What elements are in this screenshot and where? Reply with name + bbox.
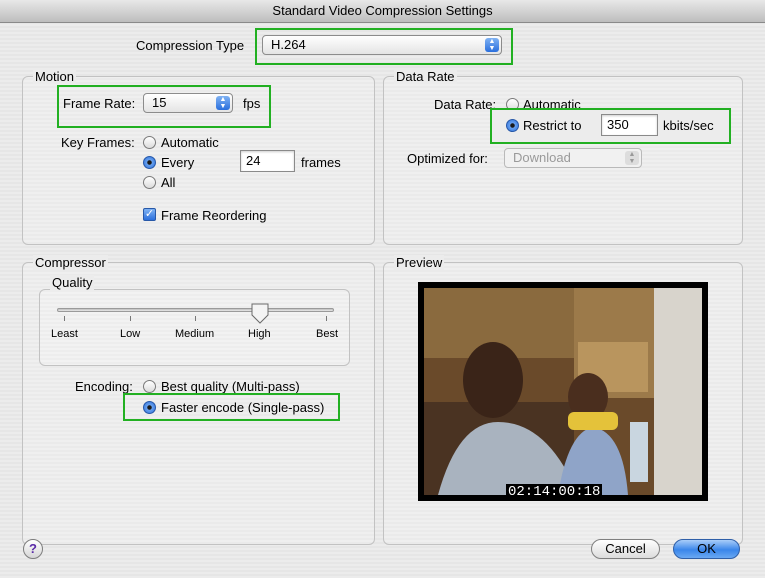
data-rate-automatic-radio[interactable] — [506, 98, 519, 111]
quality-slider-thumb[interactable] — [250, 303, 270, 325]
motion-title: Motion — [33, 69, 77, 84]
popup-stepper-icon: ▲ ▼ — [485, 38, 499, 52]
optimized-for-popup[interactable]: Download ▲ ▼ — [504, 148, 642, 168]
data-rate-restrict-unit: kbits/sec — [663, 118, 714, 133]
encoding-singlepass-label: Faster encode (Single-pass) — [161, 400, 325, 415]
key-frames-every-unit: frames — [301, 155, 341, 170]
key-frames-automatic-label: Automatic — [161, 135, 219, 150]
quality-level-low: Low — [120, 328, 141, 340]
encoding-multipass-label: Best quality (Multi-pass) — [161, 379, 300, 394]
cancel-button[interactable]: Cancel — [591, 539, 660, 559]
compression-type-popup[interactable]: H.264 ▲ ▼ — [262, 35, 502, 55]
key-frames-all-radio[interactable] — [143, 176, 156, 189]
encoding-multipass-radio[interactable] — [143, 380, 156, 393]
quality-level-high: High — [248, 328, 271, 340]
key-frames-every-radio[interactable] — [143, 156, 156, 169]
preview-image — [424, 288, 702, 495]
quality-title: Quality — [50, 275, 95, 290]
quality-level-least: Least — [51, 328, 78, 340]
quality-tick — [130, 316, 131, 321]
quality-level-medium: Medium — [175, 328, 215, 340]
dialog-body: Compression Type H.264 ▲ ▼ Motion Frame R… — [0, 23, 765, 578]
quality-slider-track[interactable] — [57, 308, 334, 312]
preview-title: Preview — [394, 255, 445, 270]
compression-type-label: Compression Type — [136, 38, 245, 53]
key-frames-all-label: All — [161, 175, 176, 190]
data-rate-label: Data Rate: — [434, 97, 497, 112]
frame-rate-unit: fps — [243, 96, 261, 111]
quality-tick — [326, 316, 327, 321]
frame-rate-value: 15 — [152, 95, 167, 110]
data-rate-restrict-input[interactable]: 350 — [601, 114, 658, 136]
optimized-for-value: Download — [513, 150, 571, 165]
popup-stepper-icon: ▲ ▼ — [216, 96, 230, 110]
popup-stepper-icon: ▲ ▼ — [625, 151, 639, 165]
frame-reordering-checkbox[interactable]: ✓ — [143, 208, 156, 221]
key-frames-label: Key Frames: — [61, 135, 135, 150]
key-frames-automatic-radio[interactable] — [143, 136, 156, 149]
encoding-singlepass-radio[interactable] — [143, 401, 156, 414]
encoding-label: Encoding: — [75, 379, 133, 394]
key-frames-every-input[interactable]: 24 — [240, 150, 295, 172]
compressor-title: Compressor — [33, 255, 108, 270]
preview-timecode: 02:14:00:18 — [506, 484, 603, 500]
quality-tick — [195, 316, 196, 321]
key-frames-every-label: Every — [161, 155, 195, 170]
data-rate-restrict-label: Restrict to — [523, 118, 582, 133]
window-title: Standard Video Compression Settings — [0, 0, 765, 23]
quality-tick — [64, 316, 65, 321]
compression-type-value: H.264 — [271, 37, 306, 52]
frame-rate-popup[interactable]: 15 ▲ ▼ — [143, 93, 233, 113]
frame-rate-label: Frame Rate: — [63, 96, 136, 111]
optimized-for-label: Optimized for: — [407, 151, 488, 166]
data-rate-title: Data Rate — [394, 69, 457, 84]
ok-button[interactable]: OK — [673, 539, 740, 559]
preview-frame: 02:14:00:18 — [418, 282, 708, 501]
help-button[interactable]: ? — [23, 539, 43, 559]
quality-level-best: Best — [316, 328, 339, 340]
data-rate-restrict-radio[interactable] — [506, 119, 519, 132]
frame-reordering-label: Frame Reordering — [161, 208, 267, 223]
data-rate-automatic-label: Automatic — [523, 97, 581, 112]
